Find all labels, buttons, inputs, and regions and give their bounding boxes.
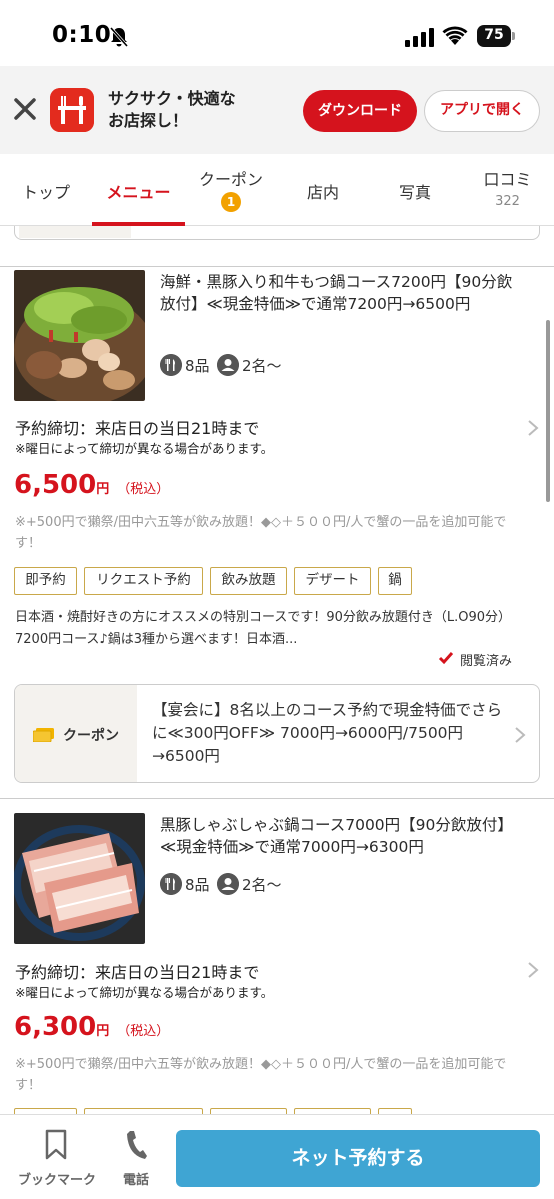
ticket-icon bbox=[33, 728, 54, 742]
bookmark-icon bbox=[45, 1129, 67, 1160]
phone-icon bbox=[127, 1131, 147, 1159]
tab-top[interactable]: トップ bbox=[0, 154, 92, 226]
tab-label: 店内 bbox=[306, 183, 339, 202]
divider bbox=[0, 798, 554, 799]
battery-level: 75 bbox=[484, 27, 504, 43]
tab-reviews[interactable]: 口コミ 322 bbox=[461, 154, 554, 226]
course-title[interactable]: 海鮮・黒豚入り和牛もつ鍋コース7200円【90分飲放付】≪現金特価≫で通常720… bbox=[160, 271, 520, 315]
tax-included: （税込） bbox=[117, 1024, 170, 1039]
course-description: 日本酒・焼酎好きの方にオススメの特別コースです！90分飲み放題付き（L.O90分… bbox=[15, 610, 512, 647]
motsunabe-course-photo bbox=[14, 270, 145, 401]
course-option-note: ※+500円で獺祭/田中六五等が飲み放題！◆◇＋５００円/人で蟹の一品を追加可能… bbox=[15, 1057, 507, 1093]
tab-label: メニュー bbox=[106, 183, 171, 202]
battery-indicator: 75 bbox=[477, 25, 515, 47]
cellular-signal-icon bbox=[405, 28, 434, 47]
divider bbox=[0, 266, 554, 267]
course-title[interactable]: 黒豚しゃぶしゃぶ鍋コース7000円【90分飲放付】≪現金特価≫で通常7000円→… bbox=[160, 814, 520, 858]
online-reservation-button[interactable]: ネット予約する bbox=[176, 1130, 540, 1187]
course-item-count: 8品 bbox=[185, 876, 210, 894]
phone-label: 電話 bbox=[122, 1173, 149, 1188]
previous-coupon-card[interactable] bbox=[14, 226, 540, 240]
tab-photos[interactable]: 写真 bbox=[369, 154, 461, 226]
tag-nabe: 鍋 bbox=[378, 567, 412, 595]
tab-menu[interactable]: メニュー bbox=[92, 154, 185, 226]
viewed-indicator: 閲覧済み bbox=[438, 650, 513, 669]
banner-line1: サクサク・快適な bbox=[108, 89, 236, 108]
price-amount: 6,300 bbox=[14, 1012, 97, 1042]
deadline-note: ※曜日によって締切が異なる場合があります。 bbox=[15, 985, 274, 1000]
bookmark-label: ブックマーク bbox=[17, 1173, 96, 1188]
reservation-deadline: 予約締切：来店日の当日21時まで bbox=[15, 419, 260, 438]
reservation-deadline: 予約締切：来店日の当日21時まで bbox=[15, 963, 260, 982]
person-icon bbox=[217, 873, 239, 895]
course-min-people: 2名〜 bbox=[242, 876, 282, 894]
price-unit: 円 bbox=[96, 1024, 110, 1039]
course-item-count: 8品 bbox=[185, 357, 210, 375]
tab-interior[interactable]: 店内 bbox=[277, 154, 369, 226]
banquet-coupon-card[interactable]: クーポン 【宴会に】8名以上のコース予約で現金特価でさらに≪300円OFF≫ 7… bbox=[14, 684, 540, 783]
shop-tabs: トップ メニュー クーポン 1 店内 写真 口コミ 322 bbox=[0, 154, 554, 226]
chevron-right-icon[interactable] bbox=[526, 419, 540, 437]
close-icon[interactable] bbox=[12, 96, 38, 122]
fork-knife-icon bbox=[160, 354, 182, 376]
wifi-icon bbox=[442, 26, 468, 45]
coupon-label-panel: クーポン bbox=[15, 685, 137, 782]
course-price: 6,300円 （税込） bbox=[14, 1012, 169, 1042]
scrollbar[interactable] bbox=[546, 320, 550, 502]
coupon-label: クーポン bbox=[63, 728, 119, 744]
coupon-text: 【宴会に】8名以上のコース予約で現金特価でさらに≪300円OFF≫ 7000円→… bbox=[152, 701, 503, 765]
price-amount: 6,500 bbox=[14, 470, 97, 500]
chevron-right-icon[interactable] bbox=[526, 961, 540, 979]
person-icon bbox=[217, 354, 239, 376]
open-in-app-button[interactable]: アプリで開く bbox=[424, 90, 540, 132]
banner-line2: お店探し！ bbox=[108, 111, 189, 130]
tag-dessert: デザート bbox=[294, 567, 371, 595]
course-meta: 8品 2名〜 bbox=[160, 873, 320, 897]
menu-content: 海鮮・黒豚入り和牛もつ鍋コース7200円【90分飲放付】≪現金特価≫で通常720… bbox=[0, 226, 554, 1114]
app-install-banner: サクサク・快適な お店探し！ ダウンロード アプリで開く bbox=[0, 66, 554, 154]
viewed-label: 閲覧済み bbox=[460, 654, 513, 669]
bottom-action-bar: ブックマーク 電話 ネット予約する bbox=[0, 1114, 554, 1199]
fork-knife-icon bbox=[160, 873, 182, 895]
chevron-right-icon bbox=[515, 727, 526, 743]
tab-label: 写真 bbox=[398, 183, 431, 202]
tag-request-reservation: リクエスト予約 bbox=[84, 567, 203, 595]
tab-label: トップ bbox=[21, 183, 70, 202]
tab-label: 口コミ bbox=[483, 170, 532, 189]
phone-button[interactable]: 電話 bbox=[114, 1129, 158, 1189]
tag-all-you-can-drink: 飲み放題 bbox=[210, 567, 287, 595]
price-unit: 円 bbox=[96, 482, 110, 497]
tab-coupon[interactable]: クーポン 1 bbox=[185, 154, 277, 226]
tax-included: （税込） bbox=[117, 482, 170, 497]
check-icon bbox=[438, 652, 454, 665]
deadline-note: ※曜日によって締切が異なる場合があります。 bbox=[15, 441, 274, 456]
shabushabu-course-photo bbox=[14, 813, 145, 944]
bell-off-icon bbox=[109, 27, 129, 47]
status-bar: 0:10 75 bbox=[0, 0, 554, 66]
course-tags: 即予約 リクエスト予約 飲み放題 デザート 鍋 bbox=[14, 567, 414, 595]
course-price: 6,500円 （税込） bbox=[14, 470, 169, 500]
course-meta: 8品 2名〜 bbox=[160, 354, 320, 378]
tab-label: クーポン bbox=[198, 170, 263, 189]
course-option-note: ※+500円で獺祭/田中六五等が飲み放題！◆◇＋５００円/人で蟹の一品を追加可能… bbox=[15, 515, 507, 551]
bookmark-button[interactable]: ブックマーク bbox=[14, 1129, 100, 1189]
status-time: 0:10 bbox=[52, 22, 112, 48]
download-button[interactable]: ダウンロード bbox=[303, 90, 417, 132]
coupon-count-badge: 1 bbox=[221, 192, 241, 212]
review-count: 322 bbox=[495, 194, 520, 209]
banner-tagline: サクサク・快適な お店探し！ bbox=[108, 88, 236, 132]
hotpepper-logo-icon bbox=[50, 88, 94, 132]
tag-instant-reservation: 即予約 bbox=[14, 567, 77, 595]
course-min-people: 2名〜 bbox=[242, 357, 282, 375]
